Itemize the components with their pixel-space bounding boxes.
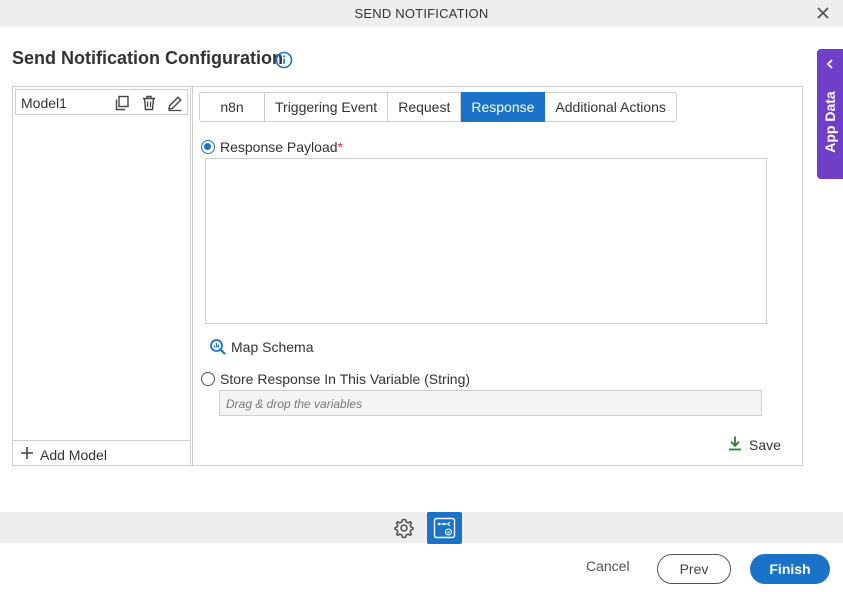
download-icon — [729, 436, 741, 451]
response-payload-text: Response Payload — [220, 139, 338, 155]
app-data-label: App Data — [822, 91, 838, 153]
response-payload-editor[interactable] — [205, 158, 767, 324]
dialog-titlebar: SEND NOTIFICATION — [0, 0, 843, 27]
copy-icon[interactable] — [113, 94, 131, 112]
dialog-title: SEND NOTIFICATION — [354, 6, 489, 21]
gear-icon[interactable] — [393, 517, 415, 539]
bottom-toolbar — [0, 512, 843, 543]
page-title: Send Notification Configuration — [12, 48, 283, 68]
finish-button[interactable]: Finish — [750, 554, 830, 584]
tab-bar: n8n Triggering Event Request Response Ad… — [199, 92, 677, 122]
response-payload-label: Response Payload* — [220, 139, 343, 155]
map-schema-icon — [210, 339, 226, 355]
response-payload-radio[interactable] — [201, 140, 215, 154]
add-model-label: Add Model — [40, 447, 107, 463]
edit-icon[interactable] — [166, 94, 184, 112]
model-item[interactable]: Model1 — [15, 89, 188, 115]
map-schema-label: Map Schema — [231, 339, 314, 355]
variable-drop-field[interactable]: Drag & drop the variables — [219, 390, 762, 416]
add-model-button[interactable]: Add Model — [13, 440, 190, 465]
store-variable-radio[interactable] — [201, 372, 215, 386]
configuration-panel: n8n Triggering Event Request Response Ad… — [192, 86, 803, 466]
model-name: Model1 — [21, 95, 67, 111]
tab-triggering-event[interactable]: Triggering Event — [265, 92, 389, 122]
tab-additional-actions[interactable]: Additional Actions — [545, 92, 677, 122]
workflow-button[interactable] — [427, 512, 462, 544]
save-label: Save — [749, 437, 781, 453]
workflow-icon — [433, 517, 456, 539]
info-icon[interactable] — [275, 51, 293, 69]
tab-response[interactable]: Response — [461, 92, 546, 122]
tab-n8n[interactable]: n8n — [199, 92, 265, 122]
app-data-tab[interactable]: App Data — [817, 49, 843, 179]
required-marker: * — [337, 139, 343, 155]
store-variable-label: Store Response In This Variable (String) — [220, 371, 471, 387]
delete-icon[interactable] — [140, 94, 158, 112]
close-icon[interactable] — [813, 3, 833, 23]
plus-icon — [21, 447, 33, 459]
prev-button[interactable]: Prev — [657, 554, 731, 584]
model-list-panel: Model1 Add Model — [12, 86, 191, 466]
chevron-left-icon — [826, 59, 833, 69]
tab-request[interactable]: Request — [388, 92, 462, 122]
cancel-button[interactable]: Cancel — [586, 558, 630, 574]
